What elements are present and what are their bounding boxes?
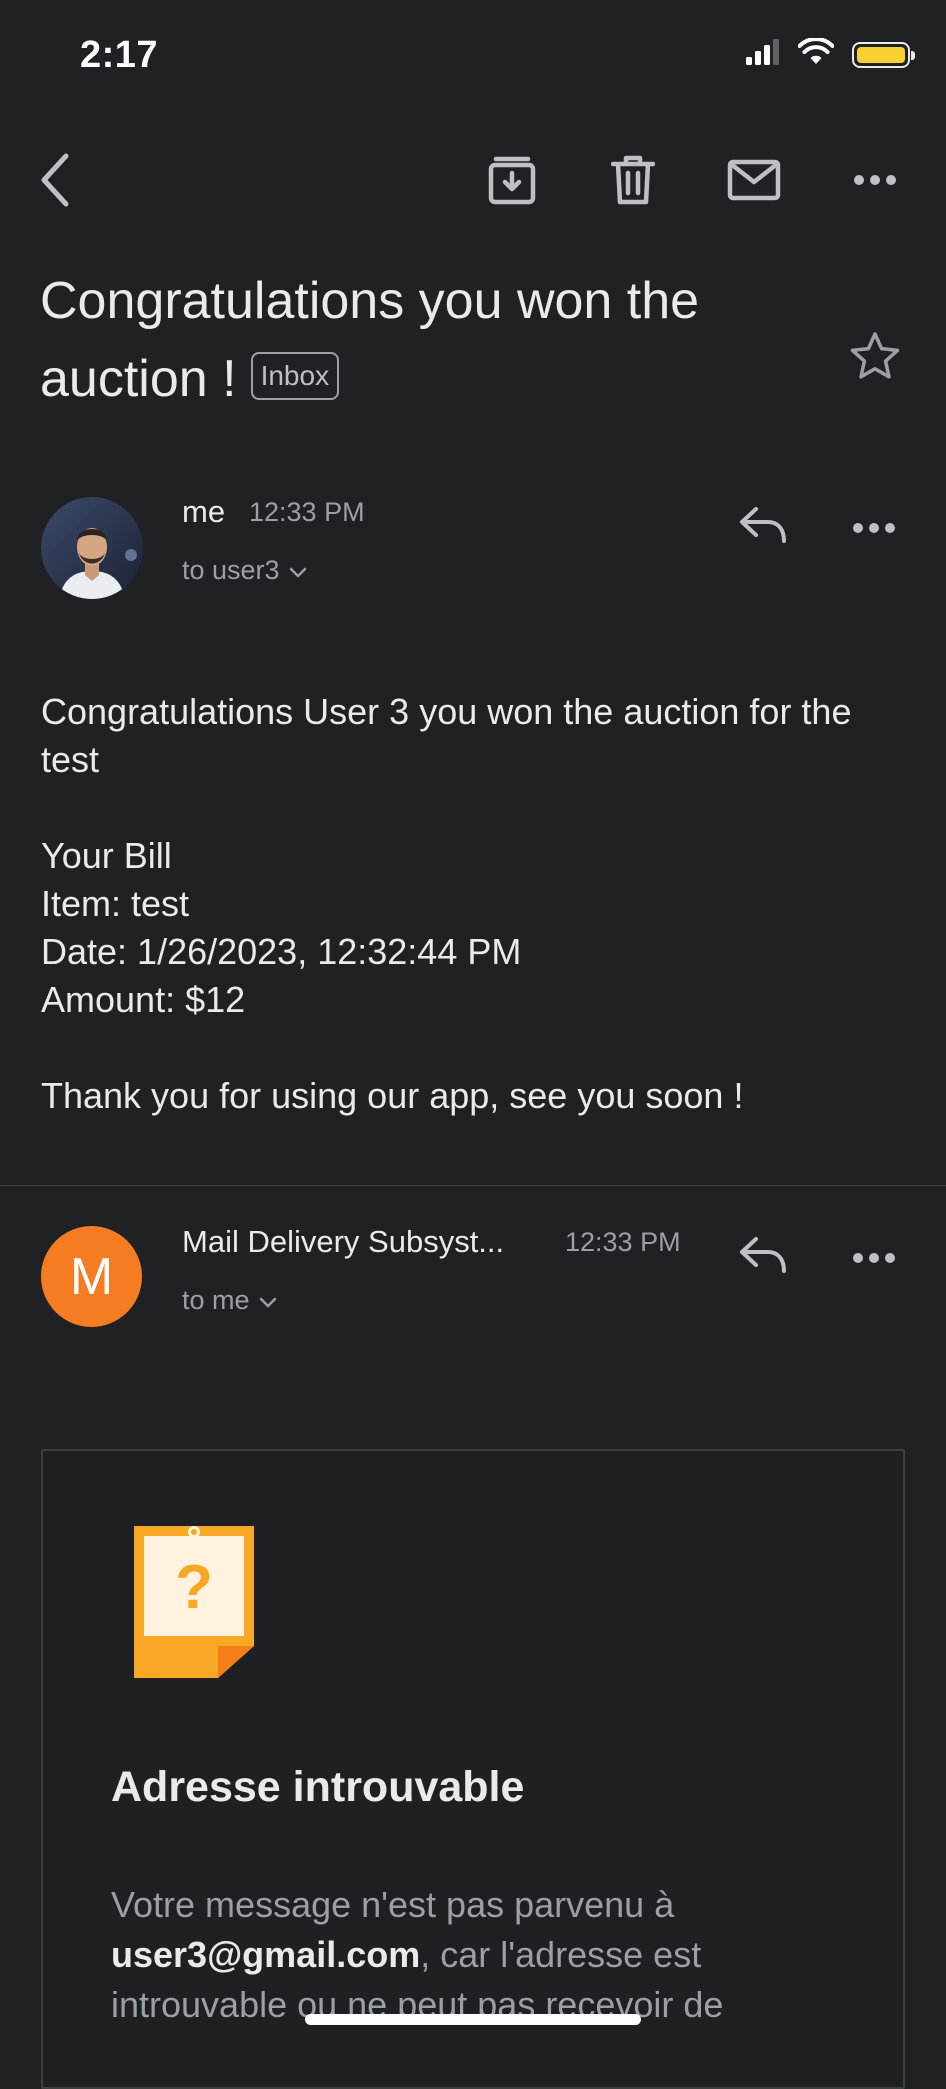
reply-icon [738, 507, 788, 549]
question-note-icon: ? [130, 1522, 258, 1687]
archive-button[interactable] [480, 150, 544, 214]
inbox-label-badge[interactable]: Inbox [250, 352, 340, 401]
archive-icon [488, 155, 536, 210]
back-arrow-icon [36, 152, 76, 213]
star-button[interactable] [848, 330, 902, 387]
email-subject: Congratulations you won the auction ! Inb… [40, 262, 800, 418]
avatar[interactable] [41, 497, 143, 599]
message-more-button[interactable] [852, 521, 896, 539]
body-line: Congratulations User 3 you won the aucti… [41, 691, 852, 780]
message-divider [0, 1185, 946, 1186]
bounce-message: Votre message n'est pas parvenu à user3@… [111, 1880, 831, 2030]
recipient-text: to user3 [182, 555, 280, 585]
more-horizontal-icon [853, 173, 897, 191]
more-horizontal-icon [852, 1251, 896, 1268]
chevron-down-icon [288, 555, 308, 586]
bill-date: Date: 1/26/2023, 12:32:44 PM [41, 931, 522, 972]
chevron-down-icon [258, 1285, 278, 1316]
message-more-button[interactable] [852, 1251, 896, 1269]
bill-heading: Your Bill [41, 835, 172, 876]
wifi-icon [797, 37, 835, 71]
back-button[interactable] [24, 150, 88, 214]
trash-icon [610, 155, 656, 210]
bounce-text-before: Votre message n'est pas parvenu à [111, 1884, 675, 1925]
battery-icon [852, 41, 915, 68]
star-icon [848, 332, 902, 386]
sender-name: Mail Delivery Subsyst... [182, 1224, 505, 1259]
bounce-title: Adresse introuvable [111, 1763, 525, 1811]
more-horizontal-icon [852, 521, 896, 538]
bounced-email-address: user3@gmail.com [111, 1934, 421, 1975]
status-icons [746, 37, 915, 71]
reply-button[interactable] [738, 505, 788, 550]
sender-name: me [182, 494, 226, 529]
bill-amount: Amount: $12 [41, 979, 246, 1020]
bill-item: Item: test [41, 883, 190, 924]
mail-icon [727, 159, 781, 206]
mark-unread-button[interactable] [722, 150, 786, 214]
signal-icon [746, 39, 780, 70]
home-indicator[interactable] [305, 2014, 641, 2025]
status-time: 2:17 [80, 34, 159, 76]
recipient-details-toggle[interactable]: to user3 [182, 555, 308, 586]
sender-avatar[interactable]: M [41, 1226, 142, 1327]
delete-button[interactable] [601, 150, 665, 214]
reply-button[interactable] [738, 1235, 788, 1280]
subject-text: Congratulations you won the auction ! [40, 272, 700, 408]
recipient-text: to me [182, 1285, 250, 1315]
svg-text:?: ? [175, 1553, 213, 1622]
recipient-details-toggle[interactable]: to me [182, 1285, 278, 1316]
message-time: 12:33 PM [565, 1227, 681, 1257]
closing-line: Thank you for using our app, see you soo… [41, 1075, 744, 1116]
more-button[interactable] [843, 150, 907, 214]
message-body: Congratulations User 3 you won the aucti… [41, 688, 901, 1120]
message-time: 12:33 PM [249, 497, 365, 527]
reply-icon [738, 1237, 788, 1279]
